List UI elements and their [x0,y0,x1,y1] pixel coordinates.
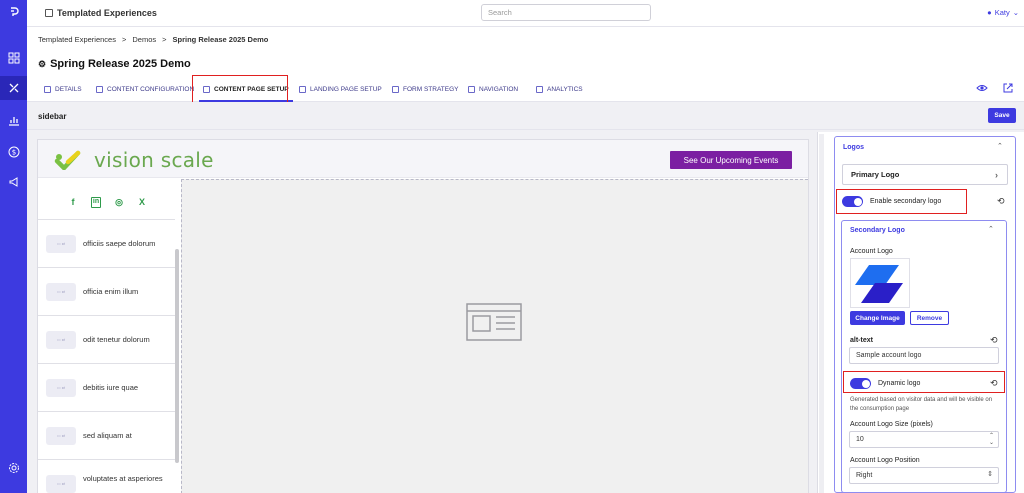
analytics-icon[interactable] [0,108,27,132]
chevron-right-icon: › [995,170,998,180]
thumbnail-icon: ▭ ⇄ [46,474,76,493]
stepper-icon[interactable]: ⌃ ⌄ [989,433,994,447]
secondary-logo-title: Secondary Logo [850,227,905,234]
breadcrumb: Templated Experiences > Demos > Spring R… [38,35,268,44]
experience-icon: ⚙ [38,58,47,69]
chevron-down-icon: ⌄ [1012,8,1019,17]
account-logo-image [850,258,910,308]
external-link-icon[interactable] [1002,82,1014,94]
list-item[interactable]: ▭ ⇄ debitis iure quae [38,363,175,411]
dynamic-logo-help: Generated based on visitor data and will… [850,397,993,412]
reset-icon[interactable]: ⟲ [990,335,998,346]
social-links: f in ◎ X [68,197,147,208]
sidebar-scrollbar[interactable] [175,249,179,463]
brand-logo: vision scale [54,148,214,172]
x-icon[interactable]: X [137,197,147,208]
experiences-icon[interactable] [0,76,27,100]
tab-bar: Details Content Configuration Content Pa… [27,76,1024,102]
tab-details[interactable]: Details [44,81,82,97]
thumbnail-icon: ▭ ⇄ [46,234,76,253]
change-image-button[interactable]: Change Image [850,311,905,325]
list-item[interactable]: ▭ ⇄ officiis saepe dolorum [38,219,175,267]
content-placeholder-icon [466,303,522,341]
logo-position-select[interactable]: Right ⇕ [849,467,999,484]
facebook-icon[interactable]: f [68,197,78,208]
preview-sidebar: f in ◎ X ▭ ⇄ officiis saepe dolorum ▭ ⇄ of… [38,179,181,493]
top-bar: Templated Experiences Search ● Katy ⌄ [27,0,1024,27]
primary-logo-row[interactable]: Primary Logo › [842,164,1008,185]
save-button[interactable]: Save [988,108,1016,123]
details-icon [44,85,51,93]
tab-form-strategy[interactable]: Form Strategy [392,81,459,97]
panel-scrollbar[interactable] [819,134,824,493]
page-preview: vision scale See Our Upcoming Events f i… [37,139,809,493]
thumbnail-icon: ▭ ⇄ [46,426,76,445]
account-logo-label: Account Logo [850,248,893,255]
app-title: Templated Experiences [45,8,157,18]
content-list: ▭ ⇄ officiis saepe dolorum ▭ ⇄ officia eni… [38,219,175,493]
megaphone-icon[interactable] [0,170,27,194]
tab-actions [976,82,1014,94]
alt-text-label: alt-text [850,337,873,344]
collapse-icon[interactable]: ⌃ [997,142,1003,150]
content-canvas [181,179,808,493]
breadcrumb-item[interactable]: Templated Experiences [38,35,116,44]
collapse-icon[interactable]: ⌃ [988,225,994,233]
form-icon [392,85,399,93]
dollar-icon[interactable]: $ [0,140,27,164]
select-chevron-icon: ⇕ [987,471,993,478]
list-item[interactable]: ▭ ⇄ sed aliquam at [38,411,175,459]
list-item[interactable]: ▭ ⇄ voluptates at asperiores [38,459,175,493]
tab-landing-page-setup[interactable]: Landing Page Setup [299,81,382,97]
logo-icon[interactable] [0,0,27,24]
section-label: sidebar [38,112,67,121]
tab-analytics[interactable]: Analytics [536,81,583,97]
account-logo-icon [855,265,903,303]
highlight-box [836,189,967,214]
thumbnail-icon: ▭ ⇄ [46,378,76,397]
tab-content-configuration[interactable]: Content Configuration [96,81,194,97]
grid-icon[interactable] [0,46,27,70]
thumbnail-icon: ▭ ⇄ [46,330,76,349]
breadcrumb-current: Spring Release 2025 Demo [172,35,269,44]
logo-size-input[interactable]: 10 ⌃ ⌄ [849,431,999,448]
app-icon [45,9,53,17]
page-title: ⚙ Spring Release 2025 Demo [38,58,191,70]
list-item[interactable]: ▭ ⇄ odit tenetur dolorum [38,315,175,363]
instagram-icon[interactable]: ◎ [114,197,124,208]
navigation-icon [468,85,475,93]
brand-name: vision scale [94,148,214,172]
vision-scale-logo-icon [54,150,81,170]
remove-button[interactable]: Remove [910,311,949,325]
search-input[interactable]: Search [481,4,651,21]
highlight-box [843,371,1005,393]
thumbnail-icon: ▭ ⇄ [46,282,76,301]
svg-text:$: $ [11,149,15,157]
breadcrumb-item[interactable]: Demos [132,35,156,44]
breadcrumb-separator: > [121,35,127,44]
analytics-tab-icon [536,85,543,93]
user-menu[interactable]: ● Katy ⌄ [987,8,1019,17]
brand-bar: vision scale See Our Upcoming Events [38,140,808,178]
user-icon: ● [987,8,992,17]
events-cta-button[interactable]: See Our Upcoming Events [670,151,792,169]
breadcrumb-separator: > [162,35,167,44]
logos-section-title: Logos [843,144,864,151]
logo-position-label: Account Logo Position [850,457,920,464]
tab-navigation[interactable]: Navigation [468,81,518,97]
landing-icon [299,85,306,93]
left-rail: $ [0,0,27,493]
alt-text-input[interactable]: Sample account logo [849,347,999,364]
config-icon [96,85,103,93]
linkedin-icon[interactable]: in [91,197,101,208]
eye-icon[interactable] [976,82,988,94]
list-item[interactable]: ▭ ⇄ officia enim illum [38,267,175,315]
logo-size-label: Account Logo Size (pixels) [850,421,933,428]
reset-icon[interactable]: ⟲ [997,196,1005,207]
subheader: sidebar Save [27,102,1024,130]
highlight-box [192,75,288,104]
settings-icon[interactable] [0,456,27,480]
